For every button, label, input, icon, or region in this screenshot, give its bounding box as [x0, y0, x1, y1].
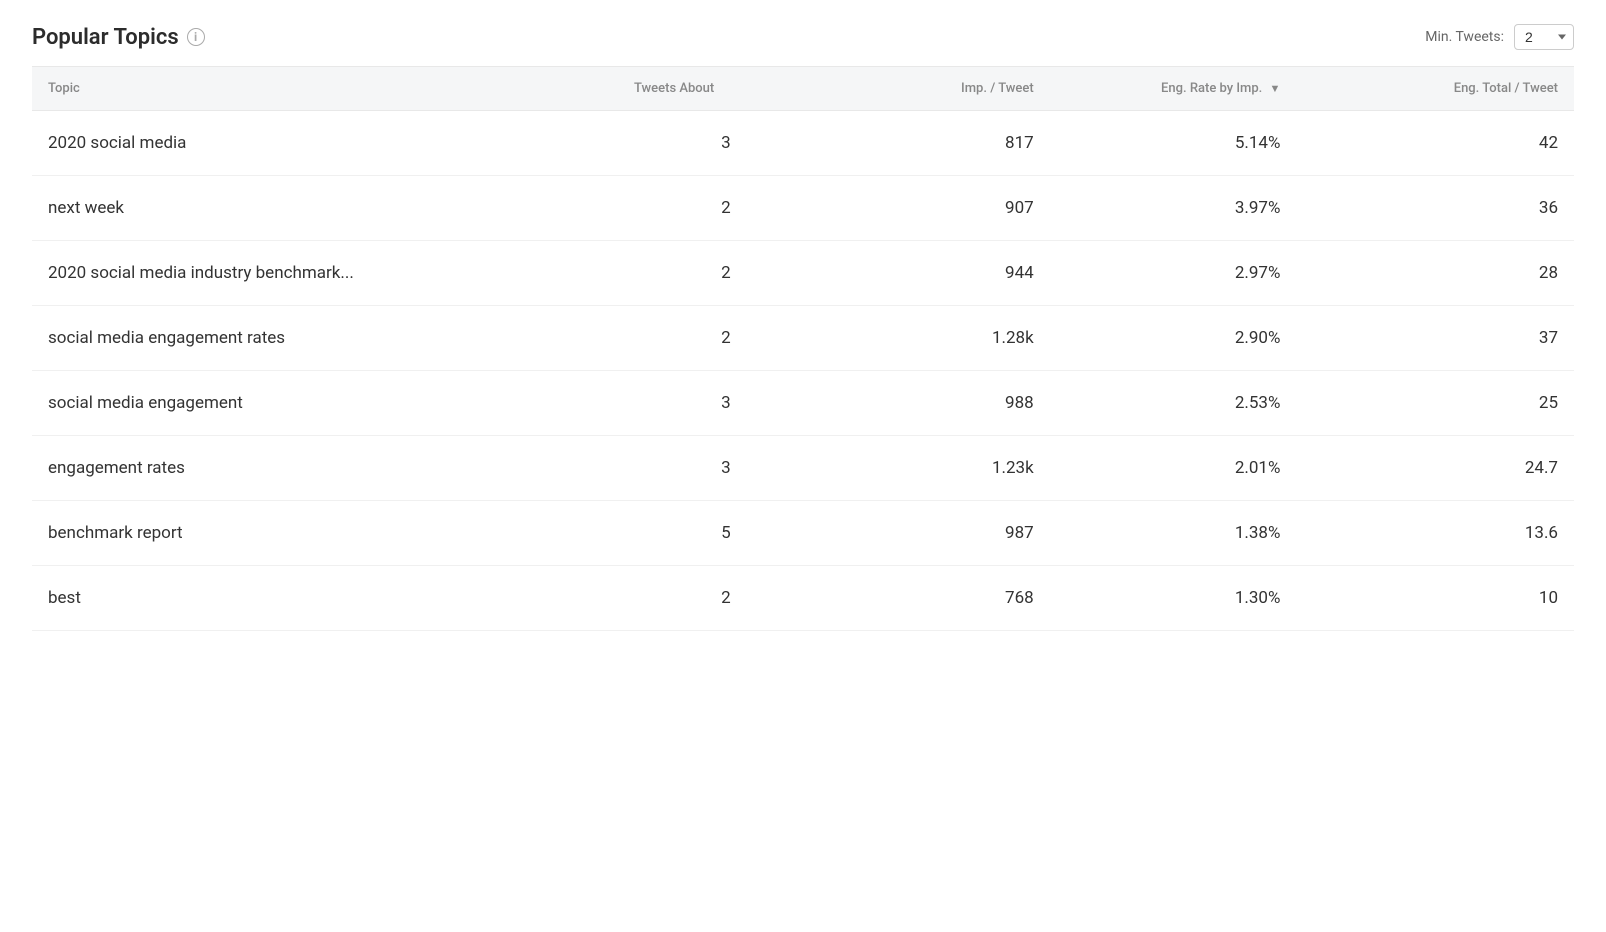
table-header: Topic Tweets About Imp. / Tweet Eng. Rat…: [32, 67, 1574, 111]
table-row: engagement rates31.23k2.01%24.7: [32, 436, 1574, 501]
popular-topics-table: Topic Tweets About Imp. / Tweet Eng. Rat…: [32, 66, 1574, 631]
min-tweets-label: Min. Tweets:: [1425, 29, 1504, 45]
col-header-eng-rate[interactable]: Eng. Rate by Imp. ▼: [1050, 67, 1297, 111]
min-tweets-select[interactable]: 2 3 5 10: [1514, 24, 1574, 50]
cell-tweets-about: 5: [618, 501, 834, 566]
cell-eng-rate: 5.14%: [1050, 111, 1297, 176]
cell-tweets-about: 2: [618, 241, 834, 306]
cell-imp-tweet: 1.23k: [834, 436, 1050, 501]
cell-topic: engagement rates: [32, 436, 618, 501]
col-header-topic: Topic: [32, 67, 618, 111]
info-icon[interactable]: i: [187, 28, 205, 46]
cell-eng-rate: 2.97%: [1050, 241, 1297, 306]
cell-imp-tweet: 987: [834, 501, 1050, 566]
cell-eng-total: 25: [1296, 371, 1574, 436]
col-header-imp-tweet: Imp. / Tweet: [834, 67, 1050, 111]
cell-topic: social media engagement: [32, 371, 618, 436]
cell-eng-total: 28: [1296, 241, 1574, 306]
cell-imp-tweet: 1.28k: [834, 306, 1050, 371]
cell-topic: next week: [32, 176, 618, 241]
cell-eng-rate: 2.01%: [1050, 436, 1297, 501]
cell-eng-rate: 2.53%: [1050, 371, 1297, 436]
cell-imp-tweet: 817: [834, 111, 1050, 176]
table-row: best27681.30%10: [32, 566, 1574, 631]
table-row: 2020 social media38175.14%42: [32, 111, 1574, 176]
cell-tweets-about: 2: [618, 566, 834, 631]
cell-eng-total: 36: [1296, 176, 1574, 241]
cell-imp-tweet: 944: [834, 241, 1050, 306]
table-row: social media engagement39882.53%25: [32, 371, 1574, 436]
min-tweets-group: Min. Tweets: 2 3 5 10: [1425, 24, 1574, 50]
cell-tweets-about: 3: [618, 436, 834, 501]
page-title: Popular Topics: [32, 25, 179, 50]
header-row: Topic Tweets About Imp. / Tweet Eng. Rat…: [32, 67, 1574, 111]
cell-eng-total: 13.6: [1296, 501, 1574, 566]
cell-tweets-about: 2: [618, 176, 834, 241]
cell-eng-rate: 1.38%: [1050, 501, 1297, 566]
title-group: Popular Topics i: [32, 25, 205, 50]
sort-icon: ▼: [1270, 82, 1281, 95]
cell-eng-rate: 2.90%: [1050, 306, 1297, 371]
header: Popular Topics i Min. Tweets: 2 3 5 10: [32, 24, 1574, 50]
min-tweets-select-wrapper[interactable]: 2 3 5 10: [1514, 24, 1574, 50]
popular-topics-container: Popular Topics i Min. Tweets: 2 3 5 10 T…: [0, 0, 1606, 932]
cell-tweets-about: 3: [618, 371, 834, 436]
table-body: 2020 social media38175.14%42next week290…: [32, 111, 1574, 631]
cell-tweets-about: 2: [618, 306, 834, 371]
table-row: 2020 social media industry benchmark...2…: [32, 241, 1574, 306]
cell-imp-tweet: 768: [834, 566, 1050, 631]
table-row: benchmark report59871.38%13.6: [32, 501, 1574, 566]
cell-eng-total: 42: [1296, 111, 1574, 176]
table-row: social media engagement rates21.28k2.90%…: [32, 306, 1574, 371]
cell-topic: benchmark report: [32, 501, 618, 566]
cell-topic: best: [32, 566, 618, 631]
col-header-eng-total: Eng. Total / Tweet: [1296, 67, 1574, 111]
cell-tweets-about: 3: [618, 111, 834, 176]
cell-topic: 2020 social media: [32, 111, 618, 176]
cell-eng-total: 24.7: [1296, 436, 1574, 501]
col-header-tweets-about: Tweets About: [618, 67, 834, 111]
cell-eng-rate: 1.30%: [1050, 566, 1297, 631]
cell-eng-total: 10: [1296, 566, 1574, 631]
cell-topic: social media engagement rates: [32, 306, 618, 371]
cell-topic: 2020 social media industry benchmark...: [32, 241, 618, 306]
cell-imp-tweet: 907: [834, 176, 1050, 241]
cell-eng-total: 37: [1296, 306, 1574, 371]
cell-imp-tweet: 988: [834, 371, 1050, 436]
table-row: next week29073.97%36: [32, 176, 1574, 241]
cell-eng-rate: 3.97%: [1050, 176, 1297, 241]
